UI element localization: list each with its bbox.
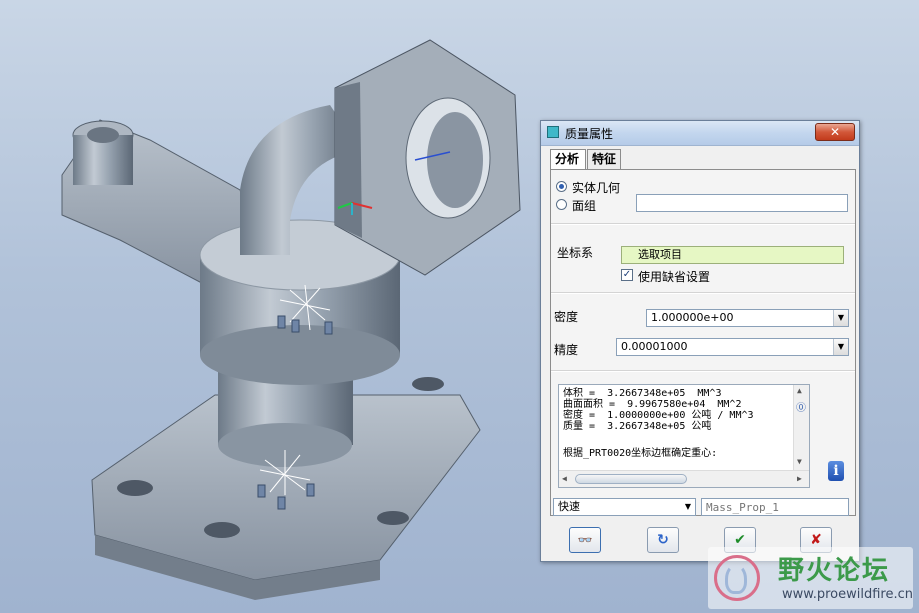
result-volume: 体积 = 3.2667348e+05 MM^3 — [563, 388, 722, 399]
result-mass: 质量 = 3.2667348e+05 公吨 — [563, 421, 712, 432]
quilt-field[interactable] — [636, 194, 848, 212]
result-centroid-note: 根据_PRT0020坐标边框确定重心: — [563, 448, 718, 459]
scroll-thumb[interactable] — [575, 474, 687, 484]
dialog-title: 质量属性 — [565, 127, 614, 141]
solid-geometry-radio[interactable] — [556, 181, 567, 192]
scroll-down-icon[interactable]: ▼ — [797, 457, 802, 466]
info-icon[interactable]: i — [828, 461, 844, 481]
accuracy-label: 精度 — [554, 343, 579, 357]
result-density: 密度 = 1.0000000e+00 公吨 / MM^3 — [563, 410, 754, 421]
glasses-icon: 👓 — [577, 533, 593, 547]
watermark-title: 野火论坛 — [778, 556, 891, 586]
accuracy-select[interactable]: 0.00001000 ▼ — [616, 338, 849, 356]
use-default-label: 使用缺省设置 — [638, 270, 711, 284]
close-button[interactable]: ✕ — [815, 123, 855, 141]
dialog-titlebar[interactable]: 质量属性 ✕ — [541, 121, 859, 146]
chevron-down-icon[interactable]: ▼ — [833, 310, 848, 326]
watermark-url: www.proewildfire.cn — [782, 587, 913, 602]
chevron-down-icon[interactable]: ▼ — [681, 499, 695, 515]
select-item-button[interactable]: 选取项目 — [621, 246, 844, 264]
use-default-checkbox[interactable]: ✓ — [621, 269, 633, 281]
tab-analysis[interactable]: 分析 — [550, 149, 586, 170]
quilt-radio[interactable] — [556, 199, 567, 210]
density-label: 密度 — [554, 310, 579, 324]
divider — [551, 370, 855, 372]
solid-geometry-label: 实体几何 — [572, 181, 621, 195]
divider — [551, 292, 855, 294]
repeat-button[interactable]: ↻ — [647, 527, 679, 553]
horizontal-scrollbar[interactable]: ◀ ▶ — [559, 470, 809, 487]
divider — [551, 223, 855, 225]
watermark: 野火论坛 www.proewildfire.cn — [708, 547, 913, 609]
forum-logo-icon — [714, 555, 760, 601]
scroll-right-icon[interactable]: ▶ — [797, 474, 802, 483]
refresh-icon: ↻ — [657, 532, 669, 548]
tab-feature[interactable]: 特征 — [587, 149, 621, 169]
mass-properties-dialog: 质量属性 ✕ 分析 特征 实体几何 面组 坐标系 选取项目 ✓ 使用缺省设置 密… — [540, 120, 860, 562]
accuracy-value: 0.00001000 — [621, 340, 688, 353]
dialog-app-icon — [547, 126, 559, 138]
results-textbox[interactable]: 体积 = 3.2667348e+05 MM^3 曲面面积 = 9.9967580… — [558, 384, 810, 488]
result-surface-area: 曲面面积 = 9.9967580e+04 MM^2 — [563, 399, 742, 410]
csys-label: 坐标系 — [557, 246, 594, 260]
compute-mode-value: 快速 — [558, 500, 580, 513]
quilt-label: 面组 — [572, 199, 597, 213]
preview-button[interactable]: 👓 — [569, 527, 601, 553]
compute-mode-select[interactable]: 快速 ▼ — [553, 498, 696, 516]
cross-icon: ✘ — [810, 532, 822, 548]
analysis-panel: 实体几何 面组 坐标系 选取项目 ✓ 使用缺省设置 密度 1.000000e+0… — [550, 169, 856, 516]
scroll-up-icon[interactable]: ▲ — [797, 386, 802, 395]
analysis-name-field[interactable] — [701, 498, 849, 516]
chevron-down-icon[interactable]: ▼ — [833, 339, 848, 355]
density-value: 1.000000e+00 — [651, 311, 734, 324]
vertical-scrollbar[interactable]: ▲ ⓪ ▼ — [793, 385, 809, 471]
scroll-thumb-icon[interactable]: ⓪ — [796, 399, 806, 414]
density-select[interactable]: 1.000000e+00 ▼ — [646, 309, 849, 327]
checkmark-icon: ✔ — [734, 532, 746, 548]
scroll-left-icon[interactable]: ◀ — [562, 474, 567, 483]
